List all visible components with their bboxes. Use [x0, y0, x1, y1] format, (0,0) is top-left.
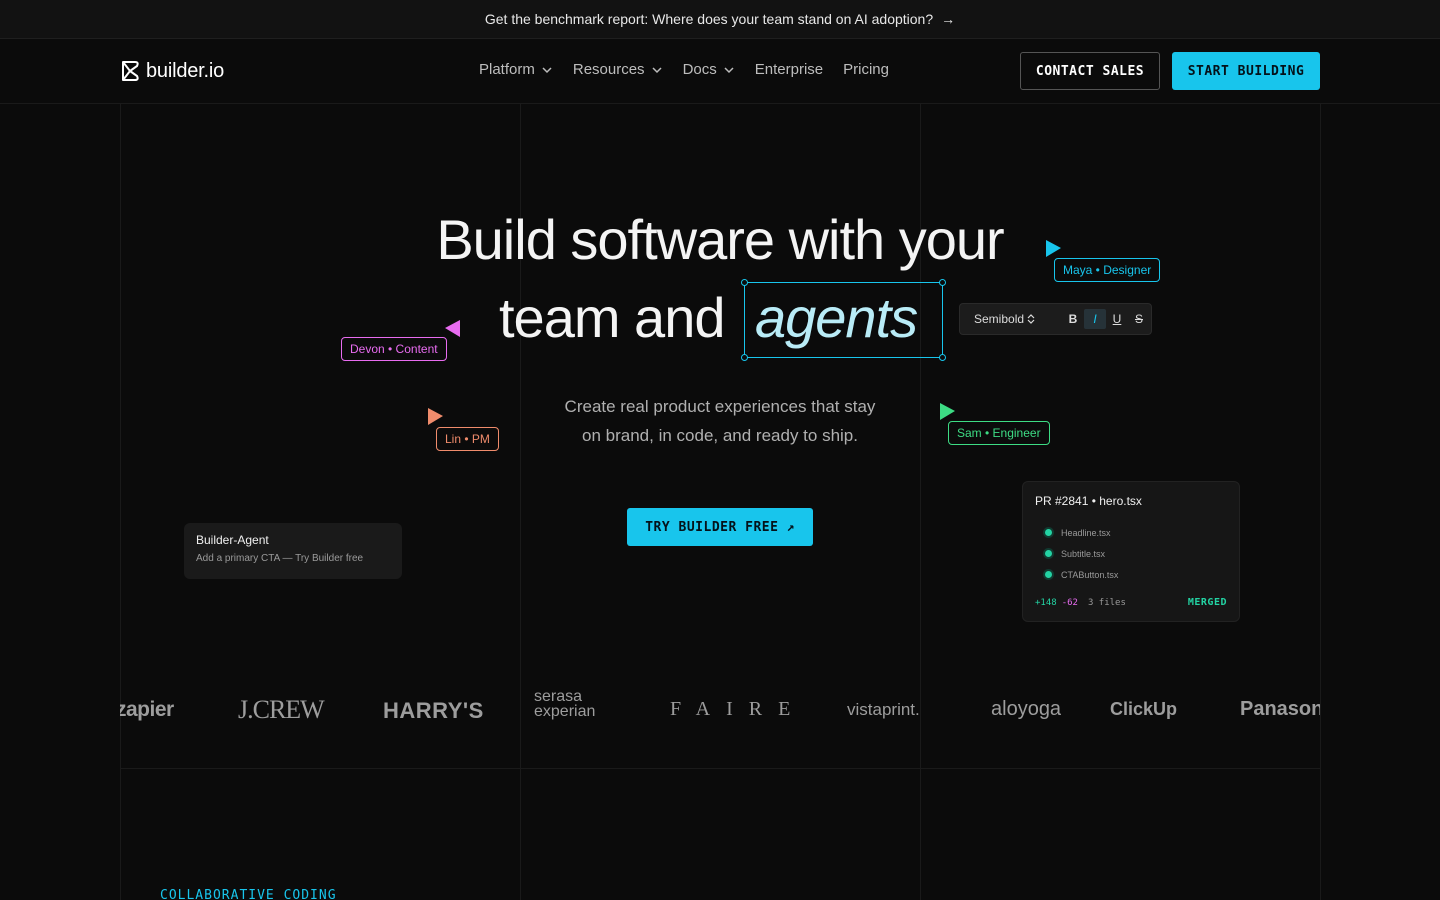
- pr-file-item: Subtitle.tsx: [1045, 543, 1227, 564]
- menu-label: Docs: [682, 61, 717, 78]
- customer-logo-strip: zapier J.CREW HARRY'S serasa experian FA…: [120, 686, 1320, 736]
- logo-clickup: ClickUp: [1110, 699, 1177, 720]
- pr-deletions: -62: [1061, 597, 1078, 608]
- brand-logo[interactable]: builder.io: [120, 59, 224, 83]
- announcement-bar[interactable]: Get the benchmark report: Where does you…: [0, 0, 1440, 39]
- logo-serasa-experian: serasa experian: [534, 688, 626, 720]
- menu-label: Resources: [572, 61, 645, 78]
- status-dot-icon: [1045, 529, 1052, 536]
- pull-request-card: PR #2841 • hero.tsx Headline.tsx Subtitl…: [1022, 481, 1240, 622]
- menu-item-enterprise[interactable]: Enterprise: [755, 61, 823, 78]
- logo-faire: FAIRE: [670, 698, 806, 721]
- pr-footer: +148 -62 3 files MERGED: [1035, 597, 1227, 608]
- logo-harrys: HARRY'S: [383, 698, 484, 724]
- logo-serasa-text: serasa experian: [534, 688, 596, 720]
- status-dot-icon: [1045, 550, 1052, 557]
- logo-aloyoga-text: aloyoga: [991, 698, 1062, 720]
- logo-panasonic-text: Panasonic: [1240, 698, 1320, 720]
- menu-label: Pricing: [843, 61, 889, 78]
- resize-handle[interactable]: [741, 354, 748, 361]
- strikethrough-button[interactable]: S: [1128, 309, 1150, 329]
- arrow-right-icon: →: [941, 11, 956, 27]
- resize-handle[interactable]: [939, 279, 946, 286]
- logo-jcrew: J.CREW: [238, 695, 325, 725]
- menu-item-platform[interactable]: Platform: [479, 61, 553, 78]
- italic-button[interactable]: I: [1084, 309, 1106, 329]
- logo-vistaprint-text: vistaprint.: [847, 700, 920, 719]
- pr-file-item: Headline.tsx: [1045, 522, 1227, 543]
- menu-label: Enterprise: [754, 61, 824, 78]
- file-name: CTAButton.tsx: [1061, 569, 1119, 580]
- hero-headline-line2: team and: [499, 286, 725, 349]
- collaborator-tag-maya: Maya • Designer: [1054, 258, 1161, 282]
- file-name: Subtitle.tsx: [1061, 548, 1106, 559]
- pr-status-badge: MERGED: [1187, 597, 1227, 608]
- font-weight-select[interactable]: Semibold: [974, 312, 1048, 326]
- brand-name: builder.io: [146, 59, 225, 82]
- chevron-down-icon: [542, 66, 552, 73]
- file-name: Headline.tsx: [1061, 527, 1111, 538]
- subtitle-line: on brand, in code, and ready to ship.: [582, 426, 858, 445]
- cursor-icon: [1046, 240, 1061, 257]
- text-format-toolbar: Semibold B I U S: [959, 303, 1152, 335]
- menu-item-pricing[interactable]: Pricing: [843, 61, 889, 78]
- hero-subtitle: Create real product experiences that sta…: [0, 392, 1440, 450]
- contact-sales-button[interactable]: CONTACT SALES: [1020, 52, 1160, 90]
- agent-message: Add a primary CTA — Try Builder free: [196, 553, 364, 564]
- chevron-down-icon: [724, 66, 734, 73]
- subtitle-line: Create real product experiences that sta…: [564, 397, 876, 416]
- hero-highlight-word[interactable]: agents: [755, 285, 918, 350]
- menu-item-resources[interactable]: Resources: [573, 61, 663, 78]
- logo-aloyoga: aloyoga: [991, 698, 1061, 721]
- bold-button[interactable]: B: [1062, 309, 1084, 329]
- logo-zapier: zapier: [120, 698, 174, 722]
- start-building-button[interactable]: START BUILDING: [1172, 52, 1320, 90]
- logo-vistaprint: vistaprint.: [847, 700, 920, 720]
- collaborator-tag-devon: Devon • Content: [341, 337, 447, 361]
- cta-label: TRY BUILDER FREE: [645, 519, 779, 535]
- try-builder-free-button[interactable]: TRY BUILDER FREE ↗: [627, 508, 813, 546]
- pr-file-count: 3 files: [1087, 597, 1126, 608]
- pr-file-list: Headline.tsx Subtitle.tsx CTAButton.tsx: [1045, 522, 1227, 585]
- pr-additions: +148: [1035, 597, 1057, 608]
- external-arrow-icon: ↗: [786, 519, 795, 535]
- section-label: COLLABORATIVE CODING: [160, 888, 337, 900]
- pr-title: PR #2841 • hero.tsx: [1035, 494, 1142, 508]
- top-nav: builder.io Platform Resources Docs Enter…: [0, 39, 1440, 104]
- cursor-icon: [445, 320, 460, 337]
- main-menu: Platform Resources Docs Enterprise Prici…: [479, 61, 889, 78]
- hero-headline-line1: Build software with your: [436, 208, 1004, 271]
- status-dot-icon: [1045, 571, 1052, 578]
- menu-label: Platform: [479, 61, 535, 78]
- resize-handle[interactable]: [741, 279, 748, 286]
- chevron-down-icon: [652, 66, 662, 73]
- logo-faire-text: FAIRE: [670, 698, 807, 720]
- announcement-text[interactable]: Get the benchmark report: Where does you…: [485, 11, 933, 27]
- agent-name: Builder-Agent: [196, 533, 269, 547]
- resize-handle[interactable]: [939, 354, 946, 361]
- builder-logo-icon: [122, 61, 139, 81]
- grid-line: [120, 768, 1320, 769]
- menu-item-docs[interactable]: Docs: [683, 61, 735, 78]
- logo-panasonic: Panasonic: [1240, 698, 1320, 721]
- underline-button[interactable]: U: [1106, 309, 1128, 329]
- font-weight-value: Semibold: [974, 312, 1025, 326]
- logo-clickup-text: ClickUp: [1110, 699, 1178, 719]
- agent-message-card: Builder-Agent Add a primary CTA — Try Bu…: [184, 523, 402, 579]
- pr-file-item: CTAButton.tsx: [1045, 564, 1227, 585]
- logo-harrys-text: HARRY'S: [383, 698, 484, 723]
- logo-zapier-text: zapier: [120, 698, 174, 721]
- sort-arrows-icon: [1027, 314, 1035, 324]
- logo-jcrew-text: J.CREW: [238, 695, 325, 724]
